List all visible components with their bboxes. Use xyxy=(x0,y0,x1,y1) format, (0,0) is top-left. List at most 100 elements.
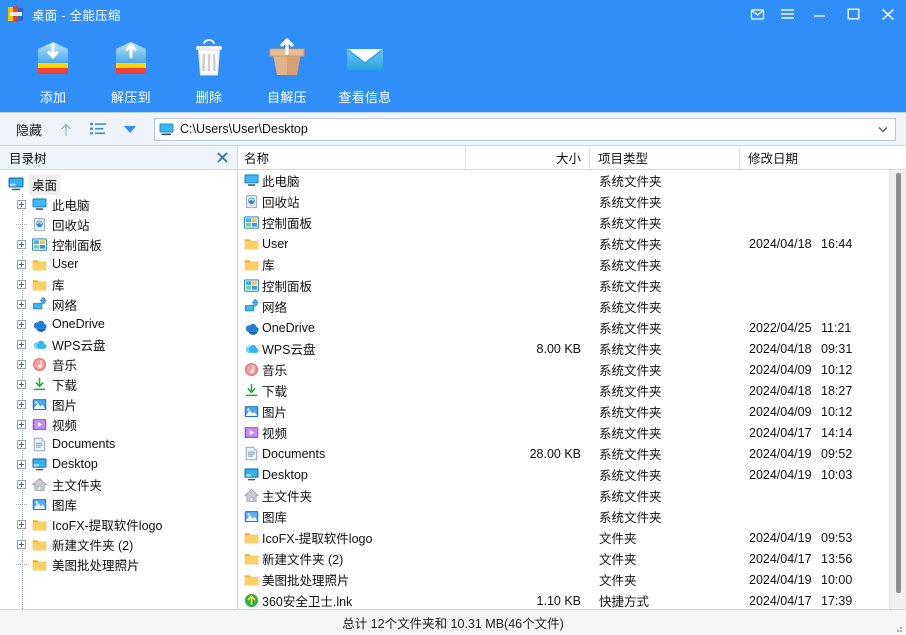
title-bar: 桌面 - 全能压缩 xyxy=(0,0,906,28)
toolbar-label: 添加 xyxy=(40,87,67,106)
toolbar-button-view-info[interactable]: 查看信息 xyxy=(326,30,404,110)
table-row[interactable]: OneDrive系统文件夹2022/04/2511:21 xyxy=(238,317,906,338)
minimize-button[interactable] xyxy=(802,0,836,28)
expand-toggle-icon[interactable] xyxy=(14,334,29,354)
table-row[interactable]: 此电脑系统文件夹 xyxy=(238,170,906,191)
close-icon[interactable] xyxy=(215,151,229,165)
table-row[interactable]: Documents28.00 KB系统文件夹2024/04/1909:52 xyxy=(238,443,906,464)
vertical-scrollbar[interactable] xyxy=(889,170,906,609)
expand-toggle-icon[interactable] xyxy=(14,294,29,314)
tree-item-17[interactable]: IcoFX-提取软件logo xyxy=(0,514,237,534)
tree-item-15[interactable]: 主文件夹 xyxy=(0,474,237,494)
table-row[interactable]: 库系统文件夹 xyxy=(238,254,906,275)
tree-item-2[interactable]: 回收站 xyxy=(0,214,237,234)
expand-toggle-icon[interactable] xyxy=(14,374,29,394)
tree-item-1[interactable]: 此电脑 xyxy=(0,194,237,214)
tree-item-5[interactable]: 库 xyxy=(0,274,237,294)
cell-date: 2024/04/1909:53 xyxy=(740,531,906,545)
tree-item-8[interactable]: WPS云盘 xyxy=(0,334,237,354)
column-header-size[interactable]: 大小 xyxy=(466,146,590,169)
expand-toggle-icon[interactable] xyxy=(14,474,29,494)
expand-toggle-icon[interactable] xyxy=(14,234,29,254)
path-input[interactable]: C:\Users\User\Desktop xyxy=(154,118,896,141)
file-name: OneDrive xyxy=(262,321,315,335)
hide-panel-button[interactable]: 隐藏 xyxy=(10,118,48,141)
table-row[interactable]: 回收站系统文件夹 xyxy=(238,191,906,212)
tree-item-4[interactable]: User xyxy=(0,254,237,274)
expand-toggle-icon[interactable] xyxy=(14,414,29,434)
scrollbar-thumb[interactable] xyxy=(896,173,901,593)
close-button[interactable] xyxy=(870,0,906,28)
table-row[interactable]: 美图批处理照片文件夹2024/04/1910:00 xyxy=(238,569,906,590)
expand-toggle-icon[interactable] xyxy=(14,394,29,414)
tree-item-11[interactable]: 图片 xyxy=(0,394,237,414)
tree-item-root[interactable]: 桌面 xyxy=(0,174,237,194)
maximize-button[interactable] xyxy=(836,0,870,28)
table-row[interactable]: IcoFX-提取软件logo文件夹2024/04/1909:53 xyxy=(238,527,906,548)
tree-item-13[interactable]: Documents xyxy=(0,434,237,454)
expand-toggle-icon[interactable] xyxy=(14,454,29,474)
expand-toggle-icon[interactable] xyxy=(14,274,29,294)
column-header-name[interactable]: 名称 xyxy=(238,146,466,169)
resize-grip-icon[interactable] xyxy=(893,622,903,632)
tree-item-label: 主文件夹 xyxy=(52,475,102,494)
file-rows[interactable]: 此电脑系统文件夹回收站系统文件夹控制面板系统文件夹User系统文件夹2024/0… xyxy=(238,170,906,609)
tree-leaf-connector xyxy=(14,554,29,574)
table-row[interactable]: 360安全卫士.lnk1.10 KB快捷方式2024/04/1717:39 xyxy=(238,590,906,609)
expand-toggle-icon[interactable] xyxy=(14,534,29,554)
column-header-date[interactable]: 修改日期 xyxy=(740,146,906,169)
column-header-type[interactable]: 项目类型 xyxy=(590,146,740,169)
tree-item-3[interactable]: 控制面板 xyxy=(0,234,237,254)
gallery-icon xyxy=(244,509,262,524)
arrow-up-icon[interactable] xyxy=(52,117,80,141)
table-row[interactable]: 图库系统文件夹 xyxy=(238,506,906,527)
table-row[interactable]: User系统文件夹2024/04/1816:44 xyxy=(238,233,906,254)
tree-item-7[interactable]: OneDrive xyxy=(0,314,237,334)
folder-icon xyxy=(29,274,49,294)
tree-item-18[interactable]: 新建文件夹 (2) xyxy=(0,534,237,554)
expand-toggle-icon[interactable] xyxy=(14,194,29,214)
tree-item-9[interactable]: 音乐 xyxy=(0,354,237,374)
expand-toggle-icon[interactable] xyxy=(14,514,29,534)
table-row[interactable]: 控制面板系统文件夹 xyxy=(238,275,906,296)
cell-name: OneDrive xyxy=(238,320,466,335)
recycle-bin-icon xyxy=(29,214,49,234)
cell-name: 库 xyxy=(238,255,466,274)
chevron-down-icon[interactable] xyxy=(878,120,888,138)
folder-icon xyxy=(244,236,262,251)
cell-date: 2024/04/1818:27 xyxy=(740,384,906,398)
tree-item-19[interactable]: 美图批处理照片 xyxy=(0,554,237,574)
expand-toggle-icon[interactable] xyxy=(14,314,29,334)
table-row[interactable]: 下载系统文件夹2024/04/1818:27 xyxy=(238,380,906,401)
toolbar-button-self-extract[interactable]: 自解压 xyxy=(248,30,326,110)
time-value: 13:56 xyxy=(821,552,852,566)
table-row[interactable]: Desktop系统文件夹2024/04/1910:03 xyxy=(238,464,906,485)
network-icon xyxy=(29,294,49,314)
tree-item-12[interactable]: 视频 xyxy=(0,414,237,434)
tree-item-14[interactable]: Desktop xyxy=(0,454,237,474)
list-view-icon[interactable] xyxy=(84,117,112,141)
expand-toggle-icon[interactable] xyxy=(14,254,29,274)
expand-toggle-icon[interactable] xyxy=(14,434,29,454)
chevron-down-icon[interactable] xyxy=(116,117,144,141)
table-row[interactable]: 新建文件夹 (2)文件夹2024/04/1713:56 xyxy=(238,548,906,569)
table-row[interactable]: 网络系统文件夹 xyxy=(238,296,906,317)
table-row[interactable]: 控制面板系统文件夹 xyxy=(238,212,906,233)
extract-to-icon xyxy=(105,36,157,82)
table-row[interactable]: 图片系统文件夹2024/04/0910:12 xyxy=(238,401,906,422)
table-row[interactable]: 音乐系统文件夹2024/04/0910:12 xyxy=(238,359,906,380)
tree-item-16[interactable]: 图库 xyxy=(0,494,237,514)
tree-item-10[interactable]: 下载 xyxy=(0,374,237,394)
menu-icon[interactable] xyxy=(772,0,802,28)
toolbar-button-delete[interactable]: 删除 xyxy=(170,30,248,110)
table-row[interactable]: 视频系统文件夹2024/04/1714:14 xyxy=(238,422,906,443)
table-row[interactable]: 主文件夹系统文件夹 xyxy=(238,485,906,506)
tree-item-label: 美图批处理照片 xyxy=(52,555,140,574)
mail-icon[interactable] xyxy=(742,0,772,28)
tree-item-6[interactable]: 网络 xyxy=(0,294,237,314)
expand-toggle-icon[interactable] xyxy=(14,354,29,374)
directory-tree[interactable]: 桌面此电脑回收站控制面板User库网络OneDriveWPS云盘音乐下载图片视频… xyxy=(0,170,237,609)
table-row[interactable]: WPS云盘8.00 KB系统文件夹2024/04/1809:31 xyxy=(238,338,906,359)
toolbar-button-extract-to[interactable]: 解压到 xyxy=(92,30,170,110)
toolbar-button-add[interactable]: 添加 xyxy=(14,30,92,110)
